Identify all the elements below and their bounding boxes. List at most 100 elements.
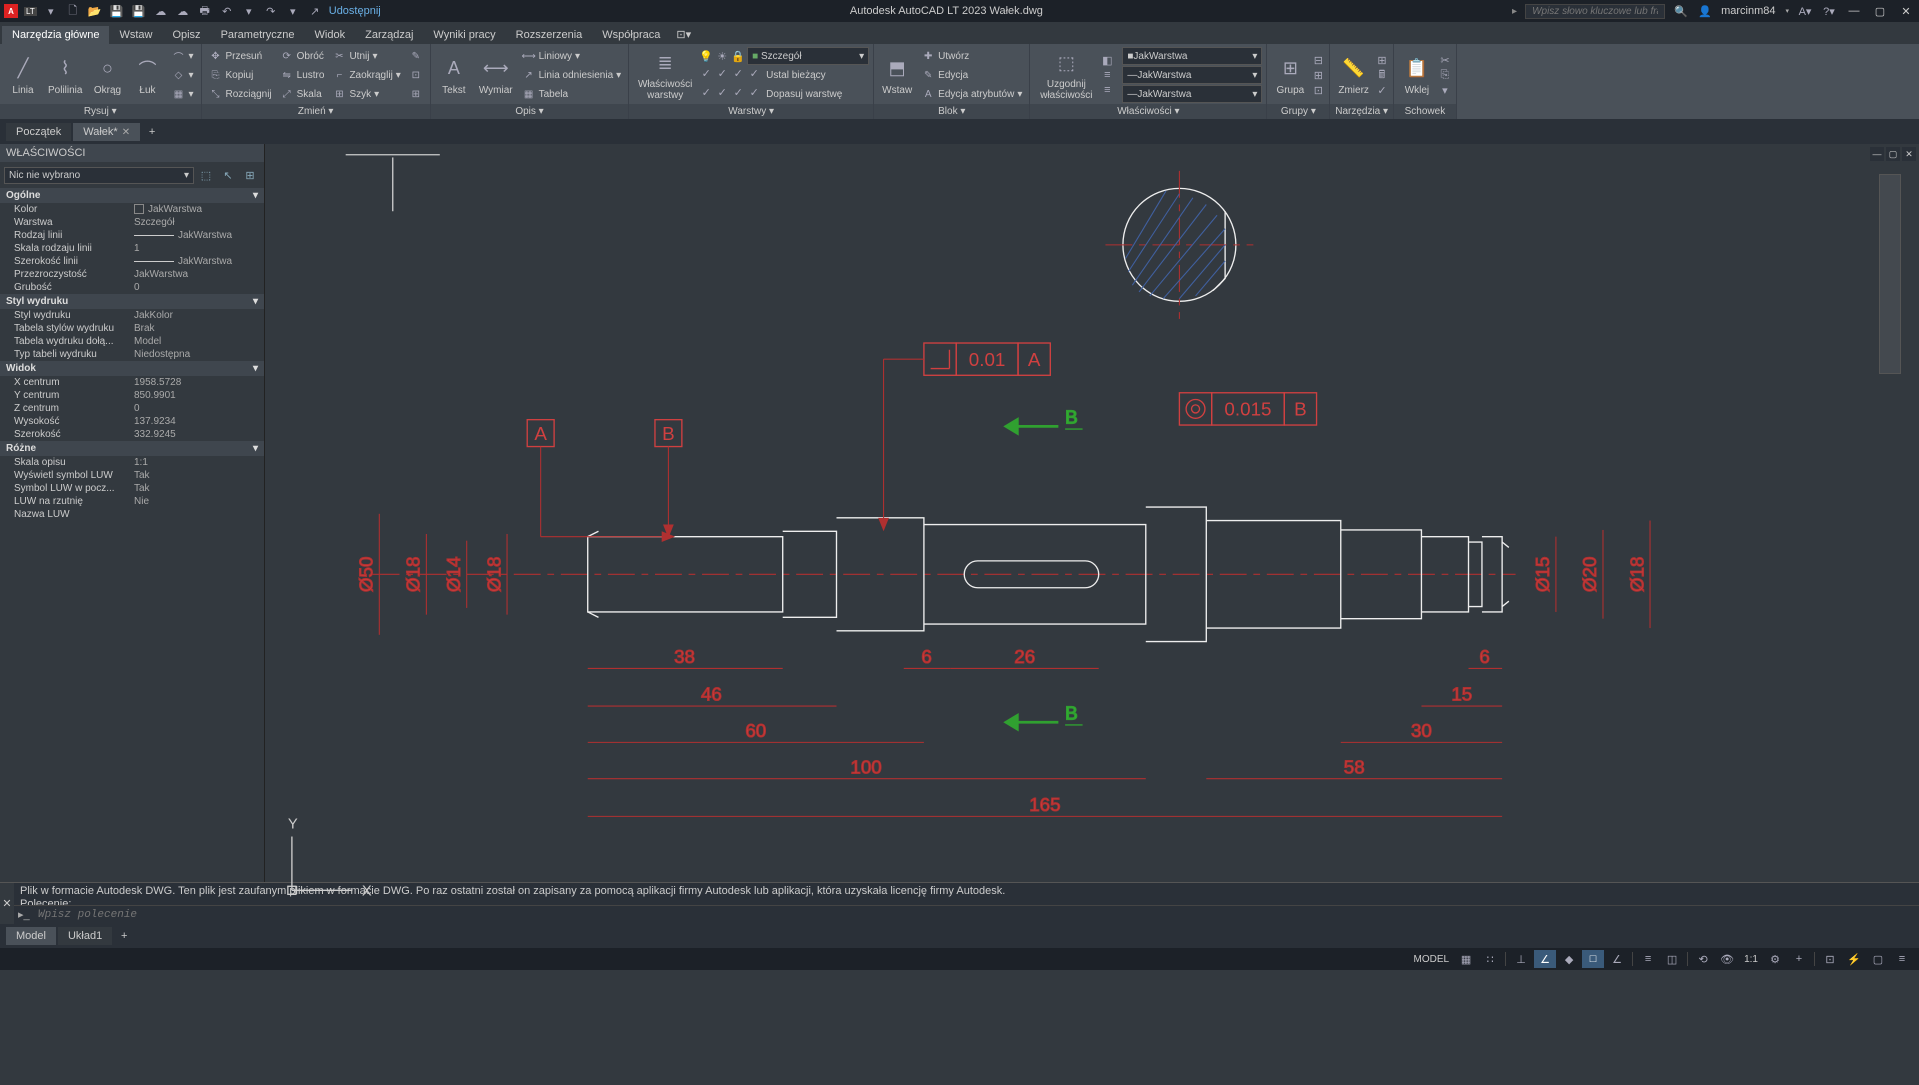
copy-clip-icon[interactable]: ⎘ bbox=[1438, 68, 1452, 82]
lineweight-combo[interactable]: — JakWarstwa▾ bbox=[1122, 85, 1262, 103]
set-current-layer[interactable]: Ustal bieżący bbox=[763, 66, 828, 84]
share-icon[interactable]: ↗ bbox=[307, 3, 323, 19]
tab-insert[interactable]: Wstaw bbox=[109, 26, 162, 44]
property-row[interactable]: Tabela wydruku dołą...Model bbox=[0, 335, 264, 348]
drawing-canvas[interactable]: — ▢ ✕ bbox=[265, 144, 1919, 882]
color-combo[interactable]: ■ JakWarstwa▾ bbox=[1122, 47, 1262, 65]
scale-button[interactable]: ⤢Skala bbox=[277, 85, 328, 103]
add-layout-button[interactable]: + bbox=[114, 930, 134, 942]
saveas-icon[interactable]: 💾 bbox=[131, 3, 147, 19]
linear-dim-button[interactable]: ⟷Liniowy ▾ bbox=[519, 47, 625, 65]
add-tab-button[interactable]: + bbox=[142, 126, 162, 138]
property-row[interactable]: Rodzaj liniiJakWarstwa bbox=[0, 229, 264, 242]
search-icon[interactable]: 🔍 bbox=[1673, 3, 1689, 19]
rotate-button[interactable]: ⟳Obróć bbox=[277, 47, 328, 65]
model-tab[interactable]: Model bbox=[6, 927, 56, 945]
property-row[interactable]: KolorJakWarstwa bbox=[0, 203, 264, 216]
arc-button[interactable]: ⌒Łuk bbox=[128, 53, 166, 98]
copy-button[interactable]: ⎘Kopiuj bbox=[206, 66, 275, 84]
bulb-icon[interactable]: 💡 bbox=[699, 49, 713, 63]
leader-button[interactable]: ↗Linia odniesienia ▾ bbox=[519, 66, 625, 84]
group-tool-2[interactable]: ⊞ bbox=[1311, 68, 1325, 82]
property-row[interactable]: Skala opisu1:1 bbox=[0, 456, 264, 469]
property-row[interactable]: Tabela stylów wydrukuBrak bbox=[0, 322, 264, 335]
redo-dropdown-icon[interactable]: ▾ bbox=[285, 3, 301, 19]
layer-tool-6[interactable]: ✓ bbox=[715, 85, 729, 99]
sun-icon[interactable]: ☀ bbox=[715, 49, 729, 63]
draw-misc-2[interactable]: ◇▾ bbox=[168, 66, 196, 84]
modify-misc-2[interactable]: ⊡ bbox=[406, 66, 426, 84]
close-tab-icon[interactable]: ✕ bbox=[122, 127, 130, 138]
create-block-button[interactable]: ✚Utwórz bbox=[918, 47, 1025, 65]
tab-collaborate[interactable]: Współpraca bbox=[592, 26, 670, 44]
match-props-button[interactable]: ⬚Uzgodnij właściwości bbox=[1034, 47, 1098, 103]
web-save-icon[interactable]: ☁ bbox=[175, 3, 191, 19]
start-tab[interactable]: Początek bbox=[6, 123, 71, 141]
tab-home[interactable]: Narzędzia główne bbox=[2, 26, 109, 44]
section-plotstyle[interactable]: Styl wydruku▾ bbox=[0, 294, 264, 309]
property-row[interactable]: Szerokość liniiJakWarstwa bbox=[0, 255, 264, 268]
property-row[interactable]: LUW na rzutnięNie bbox=[0, 495, 264, 508]
property-row[interactable]: Nazwa LUW bbox=[0, 508, 264, 521]
circle-button[interactable]: ○Okrąg bbox=[88, 53, 126, 98]
property-row[interactable]: Wysokość137.9234 bbox=[0, 415, 264, 428]
property-row[interactable]: Grubość0 bbox=[0, 281, 264, 294]
tab-addins[interactable]: Rozszerzenia bbox=[506, 26, 593, 44]
modify-misc-3[interactable]: ⊞ bbox=[406, 85, 426, 103]
cmdline-close-icon[interactable]: ✕ bbox=[0, 883, 14, 924]
property-row[interactable]: PrzezroczystośćJakWarstwa bbox=[0, 268, 264, 281]
modify-misc-1[interactable]: ✎ bbox=[406, 47, 426, 65]
open-icon[interactable]: 📂 bbox=[87, 3, 103, 19]
minimize-button[interactable]: — bbox=[1845, 3, 1863, 19]
dimension-button[interactable]: ⟷Wymiar bbox=[475, 53, 517, 98]
mirror-button[interactable]: ⇋Lustro bbox=[277, 66, 328, 84]
tab-parametric[interactable]: Parametryczne bbox=[211, 26, 305, 44]
redo-icon[interactable]: ↷ bbox=[263, 3, 279, 19]
util-tool-3[interactable]: ✓ bbox=[1375, 83, 1389, 97]
match-layer-button[interactable]: Dopasuj warstwę bbox=[763, 85, 845, 103]
measure-button[interactable]: 📏Zmierz bbox=[1334, 53, 1373, 98]
group-tool-1[interactable]: ⊟ bbox=[1311, 53, 1325, 67]
lock-icon[interactable]: 🔒 bbox=[731, 49, 745, 63]
tab-expand-icon[interactable]: ⊡▾ bbox=[670, 25, 697, 44]
property-row[interactable]: Z centrum0 bbox=[0, 402, 264, 415]
trim-button[interactable]: ✂Utnij ▾ bbox=[329, 47, 403, 65]
file-tab-walek[interactable]: Wałek*✕ bbox=[73, 123, 140, 141]
layer-tool-1[interactable]: ✓ bbox=[699, 66, 713, 80]
stretch-button[interactable]: ⤡Rozciągnij bbox=[206, 85, 275, 103]
user-name[interactable]: marcinm84 bbox=[1721, 5, 1775, 17]
group-button[interactable]: ⊞Grupa bbox=[1271, 53, 1309, 98]
property-row[interactable]: Typ tabeli wydrukuNiedostępna bbox=[0, 348, 264, 361]
quickselect-icon[interactable]: ⬚ bbox=[196, 165, 216, 185]
tab-manage[interactable]: Zarządzaj bbox=[355, 26, 423, 44]
array-button[interactable]: ⊞Szyk ▾ bbox=[329, 85, 403, 103]
draw-misc-1[interactable]: ⌒▾ bbox=[168, 47, 196, 65]
polyline-button[interactable]: ⌇Polilinia bbox=[44, 53, 86, 98]
tab-annotate[interactable]: Opisz bbox=[162, 26, 210, 44]
move-button[interactable]: ✥Przesuń bbox=[206, 47, 275, 65]
menu-dropdown-icon[interactable]: ▾ bbox=[43, 3, 59, 19]
plot-icon[interactable]: 🖶 bbox=[197, 3, 213, 19]
web-open-icon[interactable]: ☁ bbox=[153, 3, 169, 19]
undo-dropdown-icon[interactable]: ▾ bbox=[241, 3, 257, 19]
edit-attr-button[interactable]: AEdycja atrybutów ▾ bbox=[918, 85, 1025, 103]
layer-combo[interactable]: ■ Szczegół▾ bbox=[747, 47, 869, 65]
help-icon[interactable]: ?▾ bbox=[1821, 3, 1837, 19]
section-misc[interactable]: Różne▾ bbox=[0, 441, 264, 456]
text-button[interactable]: ATekst bbox=[435, 53, 473, 98]
tab-output[interactable]: Wyniki pracy bbox=[423, 26, 505, 44]
autodesk-app-icon[interactable]: A▾ bbox=[1797, 3, 1813, 19]
help-search-input[interactable] bbox=[1525, 4, 1665, 19]
layer-tool-4[interactable]: ✓ bbox=[747, 66, 761, 80]
paste-button[interactable]: 📋Wklej bbox=[1398, 53, 1436, 98]
draw-misc-3[interactable]: ▦▾ bbox=[168, 85, 196, 103]
layer-tool-8[interactable]: ✓ bbox=[747, 85, 761, 99]
layer-tool-3[interactable]: ✓ bbox=[731, 66, 745, 80]
layout1-tab[interactable]: Układ1 bbox=[58, 927, 112, 945]
property-row[interactable]: Y centrum850.9901 bbox=[0, 389, 264, 402]
save-icon[interactable]: 💾 bbox=[109, 3, 125, 19]
util-tool-2[interactable]: 🖩 bbox=[1375, 68, 1389, 82]
selection-dropdown[interactable]: Nic nie wybrano▾ bbox=[4, 167, 194, 184]
layer-tool-2[interactable]: ✓ bbox=[715, 66, 729, 80]
linetype-combo[interactable]: — JakWarstwa▾ bbox=[1122, 66, 1262, 84]
